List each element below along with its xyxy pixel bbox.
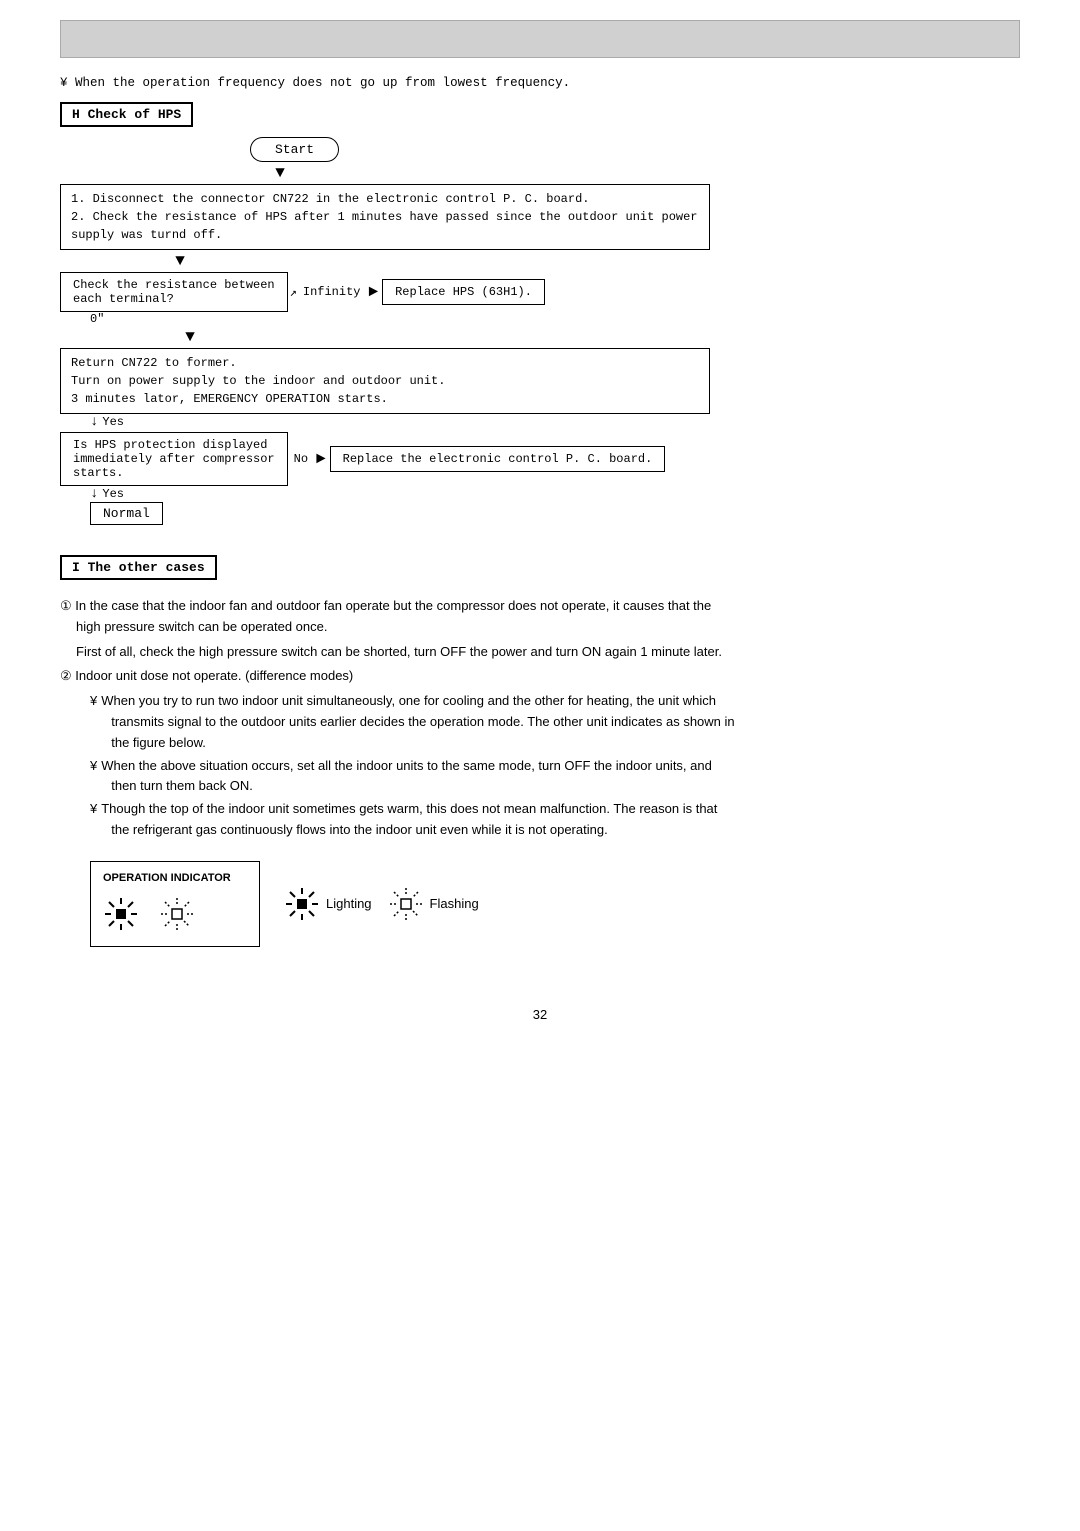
hps-question-row: Is HPS protection displayed immediately … <box>60 432 1020 486</box>
para-1: ① In the case that the indoor fan and ou… <box>60 596 1020 638</box>
bullet-3: ¥ Though the top of the indoor unit some… <box>90 799 1020 841</box>
start-oval: Start <box>250 137 339 162</box>
return-cn722-box: Return CN722 to former. Turn on power su… <box>60 348 710 414</box>
flowchart-h: H Check of HPS Start ▼ 1. Disconnect the… <box>60 102 1020 525</box>
operation-indicator-container: OPERATION INDICATOR <box>90 861 1020 947</box>
header-bar <box>60 20 1020 58</box>
section-i: I The other cases ① In the case that the… <box>60 555 1020 947</box>
arrow-to-replace-board: ► <box>316 450 326 468</box>
section-h-header: H Check of HPS <box>60 102 193 127</box>
para-2: ② Indoor unit dose not operate. (differe… <box>60 666 1020 687</box>
flashing-label: Flashing <box>430 896 479 911</box>
bullet-2: ¥ When the above situation occurs, set a… <box>90 756 1020 798</box>
lighting-legend-item: Lighting <box>284 886 372 922</box>
legend-row: Lighting Flashing <box>284 886 479 922</box>
yes-label-1: Yes <box>102 415 124 429</box>
hps-question-box: Is HPS protection displayed immediately … <box>60 432 288 486</box>
para-1b: First of all, check the high pressure sw… <box>76 642 1020 663</box>
zero-label: 0" <box>90 312 104 326</box>
yes-label-2: Yes <box>102 487 124 501</box>
op-icons-row <box>103 896 243 936</box>
section-i-header: I The other cases <box>60 555 217 580</box>
op-indicator-title: OPERATION INDICATOR <box>103 872 243 884</box>
solid-sun-icon <box>103 896 139 936</box>
steps-1-2: 1. Disconnect the connector CN722 in the… <box>60 184 710 250</box>
lighting-label: Lighting <box>326 896 372 911</box>
arrow-to-replace-hps: ► <box>368 283 378 301</box>
check-resistance-box: Check the resistance between each termin… <box>60 272 288 312</box>
flashing-legend-item: Flashing <box>388 886 479 922</box>
infinity-label: Infinity <box>303 285 361 299</box>
page-number: 32 <box>60 1007 1020 1022</box>
operation-indicator-box: OPERATION INDICATOR <box>90 861 260 947</box>
replace-hps-box: Replace HPS (63H1). <box>382 279 545 305</box>
bullet-1: ¥ When you try to run two indoor unit si… <box>90 691 1020 753</box>
normal-box: Normal <box>90 502 163 525</box>
no-label: No <box>294 452 308 466</box>
check-resistance-row: Check the resistance between each termin… <box>60 272 1020 312</box>
frequency-note: ¥ When the operation frequency does not … <box>60 76 1020 90</box>
dashed-sun-icon <box>159 896 195 936</box>
replace-board-box: Replace the electronic control P. C. boa… <box>330 446 666 472</box>
